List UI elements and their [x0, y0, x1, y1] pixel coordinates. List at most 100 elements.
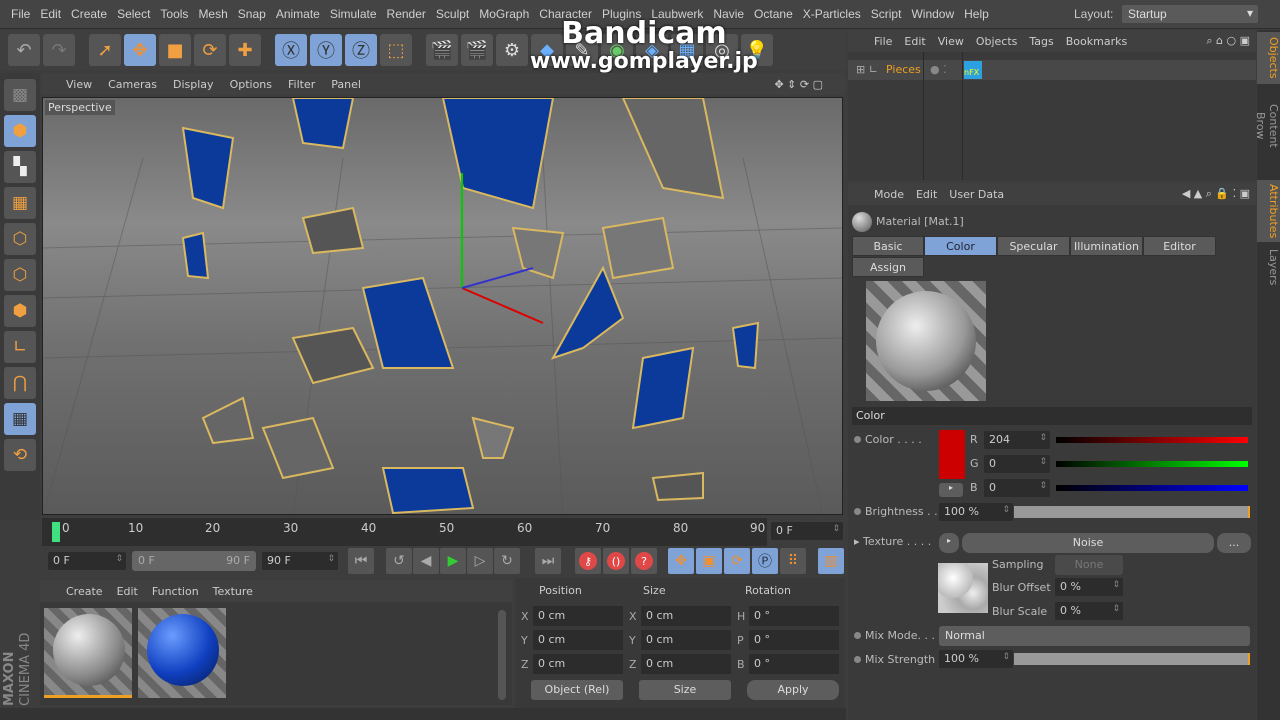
go-to-start-icon[interactable]: ⏮	[348, 548, 374, 574]
tab-editor[interactable]: Editor	[1143, 236, 1216, 256]
tab-illumination[interactable]: Illumination	[1070, 236, 1143, 256]
tab-assign[interactable]: Assign	[852, 257, 924, 277]
add-tool-icon[interactable]: ✚	[229, 34, 261, 66]
size-z-field[interactable]: 0 cm	[641, 654, 731, 674]
mix-strength-slider[interactable]	[1014, 653, 1250, 665]
menu-mesh[interactable]: Mesh	[198, 7, 227, 21]
mix-mode-dropdown[interactable]: Normal	[939, 626, 1250, 646]
viewport-nav-icons[interactable]: ✥ ⇕ ⟳ ▢	[774, 78, 823, 91]
playhead[interactable]	[52, 522, 60, 542]
rotate-tool-icon[interactable]: ⟳	[194, 34, 226, 66]
workplane-icon[interactable]: ▦	[4, 187, 36, 219]
tab-basic[interactable]: Basic	[852, 236, 924, 256]
rotation-b-field[interactable]: 0 °	[749, 654, 839, 674]
size-x-field[interactable]: 0 cm	[641, 606, 731, 626]
lock-workplane-icon[interactable]: ▦	[4, 403, 36, 435]
menu-sculpt[interactable]: Sculpt	[436, 7, 469, 21]
key-pla-icon[interactable]: ⠿	[780, 548, 806, 574]
nfx-tag-icon[interactable]: nFX	[964, 61, 982, 79]
menu-create[interactable]: Create	[71, 7, 107, 21]
record-icon[interactable]: ⚷	[575, 548, 601, 574]
visibility-dots-icon[interactable]: ● ⁚	[930, 63, 947, 76]
planar-workplane-icon[interactable]: ⟲	[4, 439, 36, 471]
texture-shader-button[interactable]: Noise	[962, 533, 1214, 553]
menu-simulate[interactable]: Simulate	[330, 7, 377, 21]
mat-menu-edit[interactable]: Edit	[117, 585, 138, 598]
obj-menu-bookmarks[interactable]: Bookmarks	[1066, 35, 1127, 48]
edges-mode-icon[interactable]: ⬡	[4, 259, 36, 291]
menu-tools[interactable]: Tools	[160, 7, 188, 21]
menu-xparticles[interactable]: X-Particles	[803, 7, 861, 21]
make-editable-icon[interactable]: ▩	[4, 79, 36, 111]
menu-script[interactable]: Script	[871, 7, 902, 21]
sampling-dropdown[interactable]: None	[1055, 555, 1123, 575]
object-row-pieces[interactable]: ⊞ ∟ Pieces ● ⁚ nFX	[848, 60, 1256, 80]
green-field[interactable]: 0	[984, 455, 1050, 473]
menu-snap[interactable]: Snap	[238, 7, 266, 21]
obj-menu-objects[interactable]: Objects	[976, 35, 1018, 48]
undo-icon[interactable]: ↶	[8, 34, 40, 66]
timeline-ruler[interactable]: 0 10 20 30 40 50 60 70 80 90	[42, 518, 767, 546]
obj-menu-tags[interactable]: Tags	[1029, 35, 1053, 48]
attr-menu-mode[interactable]: Mode	[874, 188, 904, 201]
expand-icon[interactable]: ⊞ ∟	[856, 63, 878, 76]
model-mode-icon[interactable]: ⬢	[4, 115, 36, 147]
attr-menu-userdata[interactable]: User Data	[949, 188, 1004, 201]
points-mode-icon[interactable]: ⬡	[4, 223, 36, 255]
position-y-field[interactable]: 0 cm	[533, 630, 623, 650]
viewport-menu-panel[interactable]: Panel	[331, 78, 361, 91]
axis-mode-icon[interactable]: ∟	[4, 331, 36, 363]
mat-menu-create[interactable]: Create	[66, 585, 103, 598]
menu-animate[interactable]: Animate	[276, 7, 320, 21]
select-tool-icon[interactable]: ➚	[89, 34, 121, 66]
scale-tool-icon[interactable]: ■	[159, 34, 191, 66]
side-tab-content-browser[interactable]: Content Brow	[1254, 86, 1280, 166]
end-frame-field[interactable]: 90 F	[262, 552, 338, 570]
viewport-menu-filter[interactable]: Filter	[288, 78, 315, 91]
brightness-slider[interactable]	[1014, 506, 1250, 518]
blur-offset-field[interactable]: 0 %	[1055, 578, 1123, 596]
go-to-end-icon[interactable]: ⏭	[535, 548, 561, 574]
color-picker-expand[interactable]: ▸	[939, 483, 963, 497]
apply-button[interactable]: Apply	[747, 680, 839, 700]
x-axis-icon[interactable]: Ⓧ	[275, 34, 307, 66]
rotation-p-field[interactable]: 0 °	[749, 630, 839, 650]
texture-menu-button[interactable]: ▸	[939, 533, 959, 553]
viewport-menu-cameras[interactable]: Cameras	[108, 78, 157, 91]
timeline-window-icon[interactable]: ▥	[818, 548, 844, 574]
coordinate-system-icon[interactable]: ⬚	[380, 34, 412, 66]
frame-range-slider[interactable]: 0 F 90 F	[132, 551, 256, 571]
render-picture-icon[interactable]: 🎬	[461, 34, 493, 66]
previous-key-icon[interactable]: ↺	[386, 548, 412, 574]
menu-render[interactable]: Render	[387, 7, 426, 21]
start-frame-field[interactable]: 0 F	[48, 552, 126, 570]
red-slider[interactable]	[1056, 437, 1248, 443]
viewport-menu-options[interactable]: Options	[230, 78, 272, 91]
menu-window[interactable]: Window	[911, 7, 954, 21]
previous-frame-icon[interactable]: ◀	[413, 548, 439, 574]
green-slider[interactable]	[1056, 461, 1248, 467]
obj-menu-view[interactable]: View	[938, 35, 964, 48]
mix-strength-field[interactable]: 100 %	[939, 650, 1013, 668]
viewport-menu-view[interactable]: View	[66, 78, 92, 91]
size-y-field[interactable]: 0 cm	[641, 630, 731, 650]
brightness-field[interactable]: 100 %	[939, 503, 1013, 521]
tab-color[interactable]: Color	[924, 236, 997, 256]
obj-menu-file[interactable]: File	[874, 35, 892, 48]
z-axis-icon[interactable]: Ⓩ	[345, 34, 377, 66]
material-scrollbar[interactable]	[498, 610, 506, 700]
key-scale-icon[interactable]: ▣	[696, 548, 722, 574]
play-icon[interactable]: ▶	[440, 548, 466, 574]
obj-menu-edit[interactable]: Edit	[904, 35, 925, 48]
menu-file[interactable]: File	[11, 7, 30, 21]
mat-menu-texture[interactable]: Texture	[213, 585, 253, 598]
next-frame-icon[interactable]: ▷	[467, 548, 493, 574]
auto-key-icon[interactable]: ()	[603, 548, 629, 574]
menu-edit[interactable]: Edit	[40, 7, 61, 21]
move-tool-icon[interactable]: ✥	[124, 34, 156, 66]
viewport-menu-display[interactable]: Display	[173, 78, 214, 91]
key-position-icon[interactable]: ✥	[668, 548, 694, 574]
key-parameter-icon[interactable]: Ⓟ	[752, 548, 778, 574]
layout-dropdown[interactable]: Startup	[1122, 5, 1258, 23]
material-swatch-noise[interactable]	[44, 608, 132, 698]
